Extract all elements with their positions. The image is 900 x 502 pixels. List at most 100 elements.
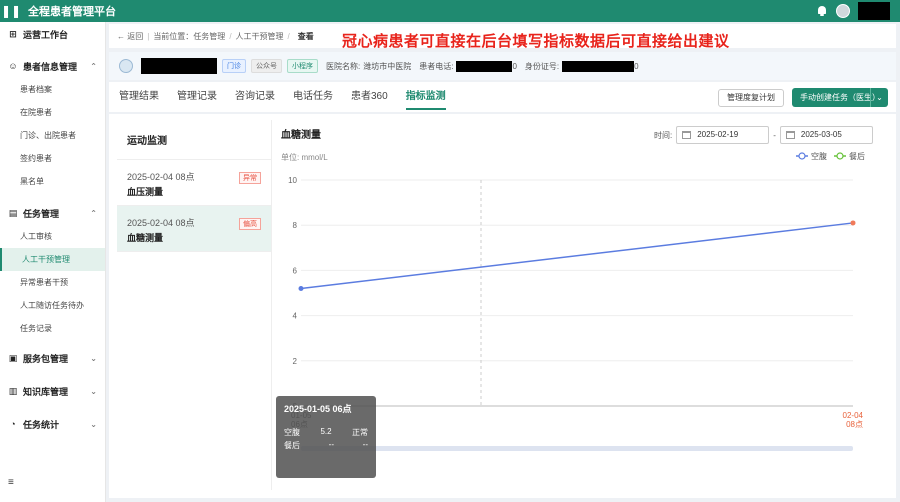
data-point [850,220,856,226]
main-content: ← 返回 | 当前位置： 任务管理 / 人工干预管理 / 查看 冠心病患者可直接… [109,24,896,498]
sidebar-group-15[interactable]: ◔ 任务统计 ⌄ [0,412,105,436]
y-axis-unit: 单位: mmol/L [281,152,328,162]
chevron-down-icon: ⌄ [90,386,97,396]
tag-wechat-account: 公众号 [251,59,282,73]
tab-0[interactable]: 管理结果 [119,82,159,112]
phone-suffix: 0 [512,61,517,71]
crumb-task-management[interactable]: 任务管理 [193,31,225,42]
legend-marker [798,152,806,160]
tab-3[interactable]: 电话任务 [293,82,333,112]
patient-avatar [119,59,133,73]
package-icon: ▣ [8,353,18,363]
y-tick-label: 6 [293,266,298,275]
bell-icon[interactable] [816,5,828,17]
sidebar-item-label: 门诊、出院患者 [20,131,76,140]
tag-mini-program: 小程序 [287,59,318,73]
x-tick-label: 08点 [846,420,863,429]
chevron-up-icon: ⌃ [90,208,97,218]
create-task-label: 手动创建任务（医生） [800,93,880,102]
legend-label: 餐后 [849,151,865,161]
tab-2[interactable]: 咨询记录 [235,82,275,112]
back-link[interactable]: ← 返回 [117,31,143,42]
book-icon: ▥ [8,386,18,396]
crumb-intervention[interactable]: 人工干预管理 [236,31,284,42]
sidebar-item-2[interactable]: 患者档案 [0,78,105,101]
sidebar-item-9[interactable]: 人工干预管理 [0,248,105,271]
x-tick-label: 02-04 [843,411,864,420]
tab-1[interactable]: 管理记录 [177,82,217,112]
menu-icon[interactable]: ≡ [8,477,14,488]
data-point [298,285,304,291]
sidebar-item-label: 任务管理 [23,208,60,219]
redacted-phone [456,60,513,72]
stats-icon: ◔ [10,419,16,429]
tooltip-status: 正常 [352,428,368,437]
sidebar-item-3[interactable]: 在院患者 [0,101,105,124]
id-label: 身份证号: [524,61,560,71]
user-avatar[interactable] [836,4,850,18]
sidebar-item-10[interactable]: 异常患者干预 [0,271,105,294]
chevron-up-icon: ⌃ [90,61,97,71]
sidebar: ⊞ 运营工作台 ☺ 患者信息管理 ⌃ 患者档案 在院患者 门诊、出院患者 签约患者 黑名单 ▤ 任务管… [0,22,106,502]
tooltip-label: 空腹 [284,428,300,437]
status-badge: 偏高 [239,218,261,230]
sidebar-item-11[interactable]: 人工随访任务待办 [0,294,105,317]
sidebar-item-6[interactable]: 黑名单 [0,170,105,193]
legend-marker [836,152,844,160]
sidebar-item-label: 签约患者 [20,154,52,163]
phone-label: 患者电话: [419,61,454,71]
task-icon: ▤ [8,208,18,218]
sidebar-group-7[interactable]: ▤ 任务管理 ⌃ [0,201,105,225]
tooltip-title: 2025-01-05 06点 [284,404,352,414]
crumb-current: 查看 [297,31,314,41]
sidebar-group-1[interactable]: ☺ 患者信息管理 ⌃ [0,54,105,78]
status-badge: 异常 [239,172,261,184]
series-line-fasting [300,222,854,290]
sidebar-item-4[interactable]: 门诊、出院患者 [0,124,105,147]
sidebar-item-label: 黑名单 [20,177,44,186]
sidebar-group-13[interactable]: ▣ 服务包管理 ⌄ [0,346,105,370]
sidebar-item-label: 任务记录 [20,324,52,333]
redacted-id [562,60,635,72]
tab-4[interactable]: 患者360 [351,82,388,112]
sidebar-item-12[interactable]: 任务记录 [0,317,105,340]
sidebar-item-label: 运营工作台 [23,29,69,40]
hospital-label: 医院名称: [326,61,361,71]
id-suffix: 0 [634,61,639,71]
tooltip-value: -- [328,440,334,449]
redacted-patient-name [141,58,217,74]
sidebar-group-0[interactable]: ⊞ 运营工作台 [0,22,105,46]
redacted-username [858,2,890,20]
chevron-down-icon: ⌄ [90,353,97,363]
top-bar: ❚❚ 全程患者管理平台 [0,0,900,22]
tab-5[interactable]: 指标监测 [405,82,446,112]
sidebar-item-8[interactable]: 人工审核 [0,225,105,248]
sidebar-item-label: 异常患者干预 [20,278,68,287]
tag-outpatient: 门诊 [222,59,246,73]
y-tick-label: 8 [293,221,298,230]
location-label: 当前位置： [153,31,194,41]
record-list-title: 运动监测 [117,120,271,160]
record-list: 运动监测 2025-02-04 08点 血压测量 异常 2025-02-04 0… [117,120,272,490]
plan-button[interactable]: 管理度复计划 [718,89,784,107]
record-item[interactable]: 2025-02-04 08点 血糖测量 偏高 [117,206,271,252]
tooltip-status: -- [362,440,368,449]
create-task-button[interactable]: 手动创建任务（医生） ⌄ [792,88,888,107]
sidebar-item-label: 服务包管理 [23,353,69,364]
hospital-name: 潍坊市中医院 [363,61,412,71]
sidebar-item-5[interactable]: 签约患者 [0,147,105,170]
tooltip-row: 餐后 -- -- [284,440,368,451]
sidebar-item-label: 人工审核 [20,232,52,241]
record-item[interactable]: 2025-02-04 08点 血压测量 异常 [117,160,271,206]
tooltip-label: 餐后 [284,441,300,450]
y-tick-label: 10 [288,176,297,185]
menu-collapse-icon[interactable]: ❚❚ [0,4,22,18]
y-tick-label: 2 [293,357,298,366]
chevron-down-icon[interactable]: ⌄ [870,88,888,107]
sidebar-group-14[interactable]: ▥ 知识库管理 ⌄ [0,379,105,403]
tooltip-row: 空腹 5.2 正常 [284,427,368,438]
sidebar-item-label: 人工随访任务待办 [20,301,84,310]
tooltip-value: 5.2 [320,427,332,436]
sidebar-item-label: 在院患者 [20,108,52,117]
sidebar-item-label: 患者信息管理 [23,61,78,72]
